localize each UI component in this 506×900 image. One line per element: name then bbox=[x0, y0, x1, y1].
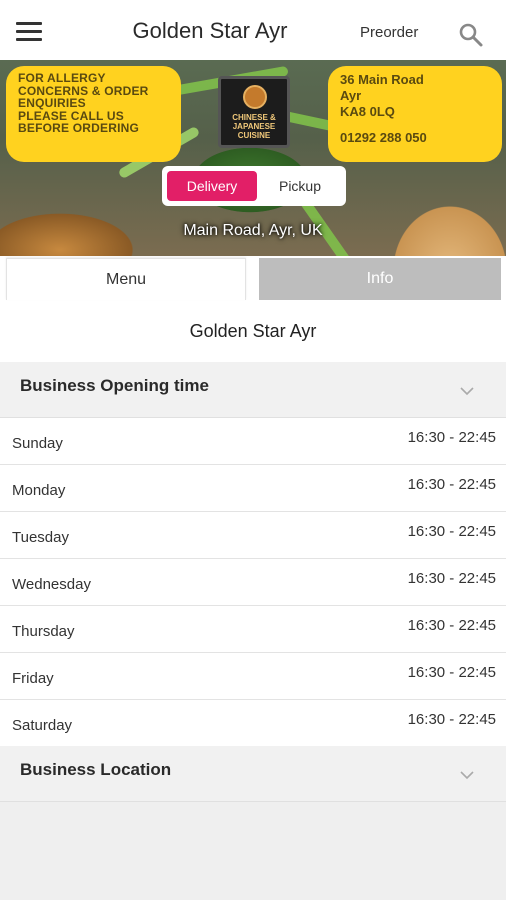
opening-hours-list: Sunday 16:30 - 22:45 Monday 16:30 - 22:4… bbox=[0, 418, 506, 747]
pickup-option[interactable]: Pickup bbox=[258, 171, 342, 201]
opening-time-section[interactable]: Business Opening time bbox=[0, 362, 506, 418]
allergy-line: BEFORE ORDERING bbox=[18, 121, 140, 135]
time-value: 16:30 - 22:45 bbox=[407, 664, 496, 681]
section-title: Business Opening time bbox=[20, 376, 209, 395]
menu-icon[interactable] bbox=[16, 22, 42, 42]
day-label: Tuesday bbox=[12, 529, 69, 546]
day-label: Saturday bbox=[12, 717, 73, 734]
time-value: 16:30 - 22:45 bbox=[407, 523, 496, 540]
page-title: Golden Star Ayr bbox=[132, 18, 288, 43]
tab-info[interactable]: Info bbox=[259, 258, 501, 300]
day-label: Monday bbox=[12, 482, 66, 499]
tab-bar: Menu Info bbox=[0, 256, 506, 302]
restaurant-logo: CHINESE & JAPANESE CUISINE bbox=[218, 76, 290, 148]
order-type-toggle: Delivery Pickup bbox=[162, 166, 346, 206]
time-value: 16:30 - 22:45 bbox=[407, 429, 496, 446]
tab-menu[interactable]: Menu bbox=[6, 258, 246, 300]
delivery-option[interactable]: Delivery bbox=[167, 171, 257, 201]
logo-emblem bbox=[243, 85, 267, 109]
hours-row: Wednesday 16:30 - 22:45 bbox=[0, 559, 506, 606]
time-value: 16:30 - 22:45 bbox=[407, 617, 496, 634]
day-label: Wednesday bbox=[12, 576, 91, 593]
address-line: 36 Main Road bbox=[340, 72, 424, 87]
hours-row: Sunday 16:30 - 22:45 bbox=[0, 418, 506, 465]
time-value: 16:30 - 22:45 bbox=[407, 476, 496, 493]
hours-row: Saturday 16:30 - 22:45 bbox=[0, 700, 506, 747]
hours-row: Monday 16:30 - 22:45 bbox=[0, 465, 506, 512]
location-section[interactable]: Business Location bbox=[0, 746, 506, 802]
phone-number: 01292 288 050 bbox=[340, 130, 427, 145]
day-label: Friday bbox=[12, 670, 54, 687]
restaurant-name: Golden Star Ayr bbox=[0, 302, 506, 362]
address-line: Ayr bbox=[340, 88, 362, 103]
top-bar: Golden Star Ayr Preorder bbox=[0, 0, 506, 60]
day-label: Sunday bbox=[12, 435, 63, 452]
hours-row: Thursday 16:30 - 22:45 bbox=[0, 606, 506, 653]
chevron-down-icon bbox=[460, 387, 474, 396]
search-icon[interactable] bbox=[458, 22, 484, 48]
time-value: 16:30 - 22:45 bbox=[407, 711, 496, 728]
address-line: KA8 0LQ bbox=[340, 104, 395, 119]
day-label: Thursday bbox=[12, 623, 75, 640]
time-value: 16:30 - 22:45 bbox=[407, 570, 496, 587]
allergy-notice: FOR ALLERGY CONCERNS & ORDER ENQUIRIES P… bbox=[6, 66, 181, 162]
preorder-button[interactable]: Preorder bbox=[360, 24, 418, 41]
address-notice: 36 Main Road Ayr KA8 0LQ 01292 288 050 bbox=[328, 66, 502, 162]
restaurant-banner: FOR ALLERGY CONCERNS & ORDER ENQUIRIES P… bbox=[0, 60, 506, 256]
allergy-line: ENQUIRIES bbox=[18, 96, 86, 110]
hours-row: Friday 16:30 - 22:45 bbox=[0, 653, 506, 700]
allergy-line: FOR ALLERGY bbox=[18, 71, 106, 85]
restaurant-location: Main Road, Ayr, UK bbox=[183, 222, 323, 239]
hours-row: Tuesday 16:30 - 22:45 bbox=[0, 512, 506, 559]
chevron-down-icon bbox=[460, 771, 474, 780]
logo-text: CHINESE & JAPANESE CUISINE bbox=[232, 113, 276, 140]
section-title: Business Location bbox=[20, 760, 172, 779]
